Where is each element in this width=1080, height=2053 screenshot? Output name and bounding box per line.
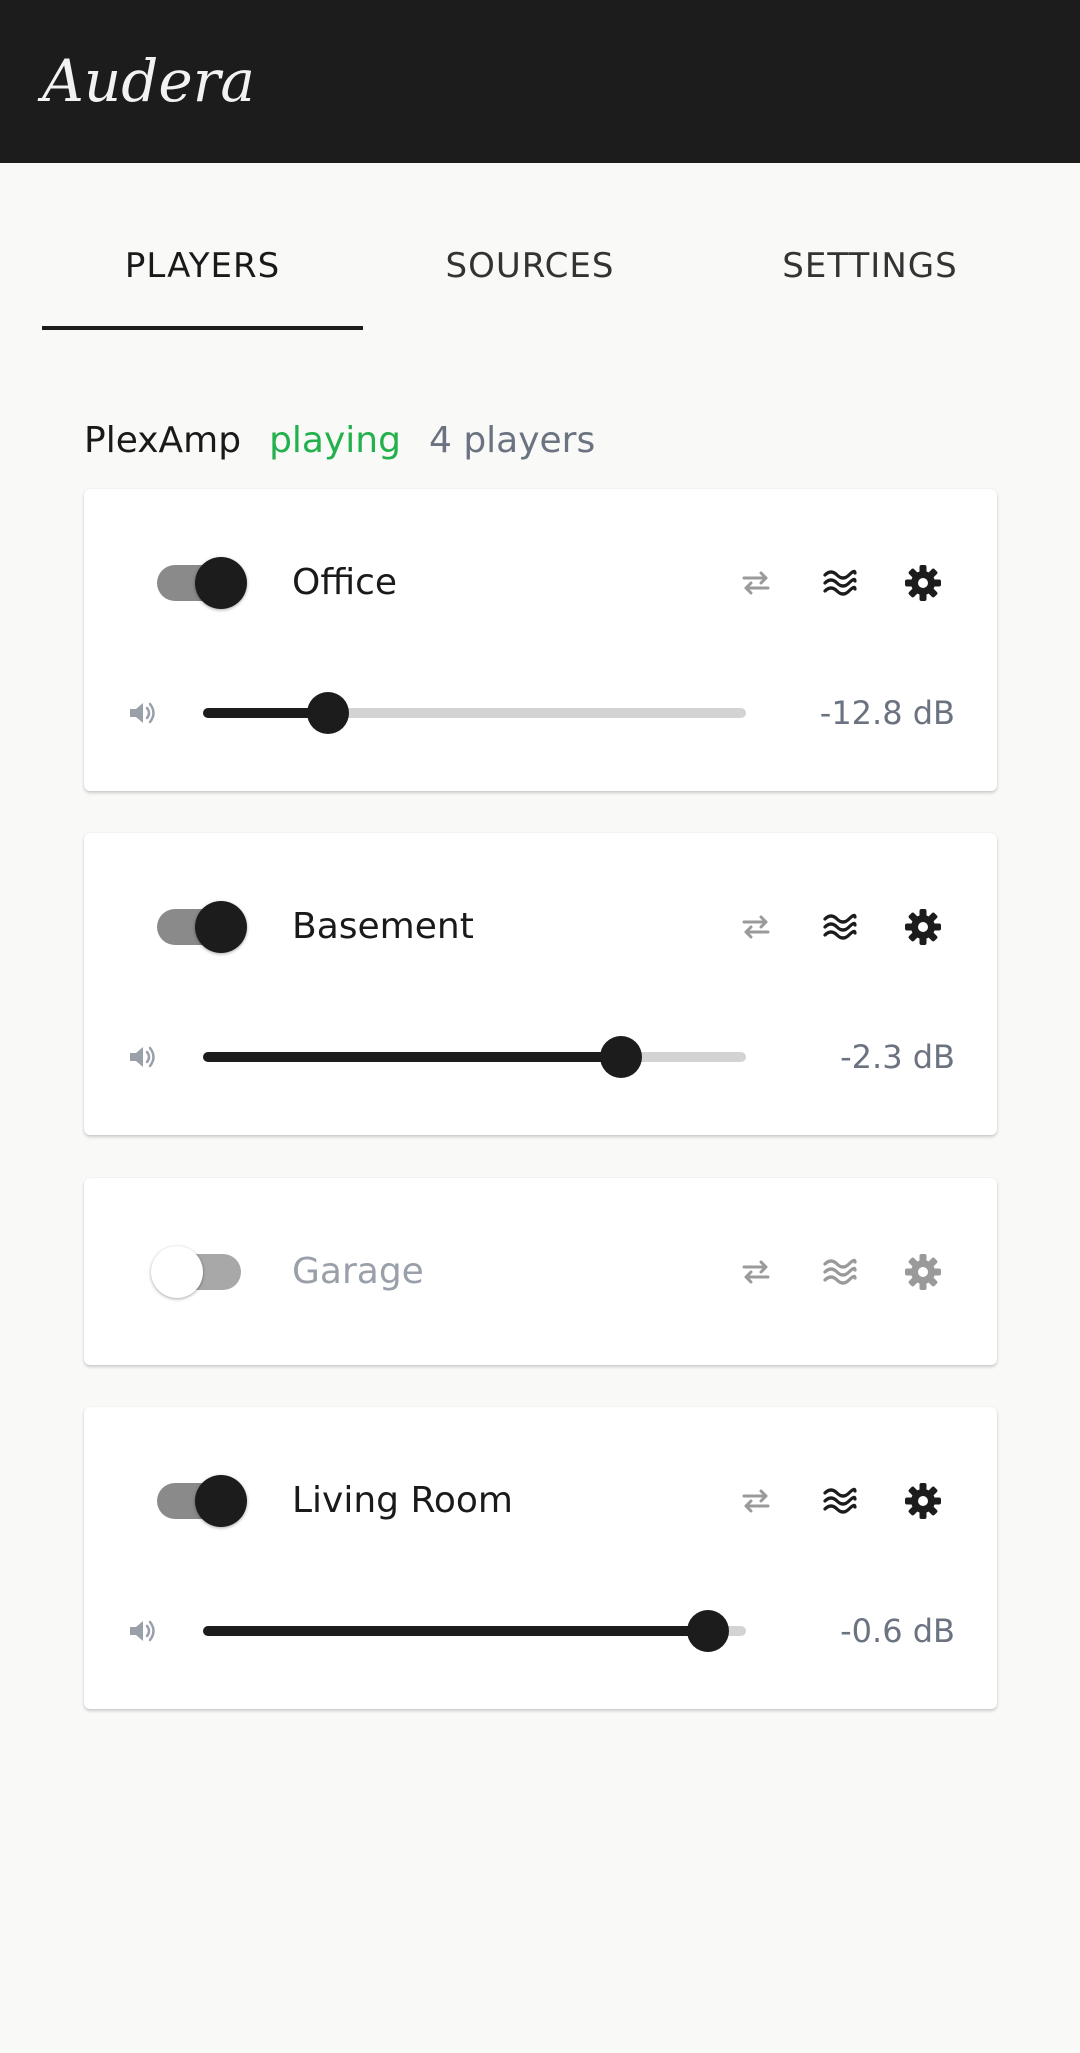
- volume-icon: [126, 1040, 160, 1074]
- volume-slider[interactable]: [203, 1036, 746, 1078]
- tab-settings[interactable]: SETTINGS: [720, 246, 1020, 286]
- player-card-office: Office -12.8 dB: [84, 489, 997, 791]
- slider-fill: [203, 1052, 622, 1062]
- volume-db-label: -0.6 dB: [840, 1612, 955, 1650]
- player-name: Office: [292, 562, 398, 603]
- source-state: playing: [269, 420, 401, 461]
- toggle-knob: [195, 901, 247, 953]
- wave-equalizer-icon[interactable]: [818, 1479, 862, 1523]
- volume-icon: [126, 1614, 160, 1648]
- slider-thumb[interactable]: [600, 1036, 643, 1078]
- sync-arrows-icon[interactable]: [734, 1479, 778, 1523]
- wave-equalizer-icon[interactable]: [818, 905, 862, 949]
- volume-slider[interactable]: [203, 692, 746, 734]
- wave-equalizer-icon[interactable]: [818, 1250, 862, 1294]
- player-name: Living Room: [292, 1480, 513, 1521]
- app-bar: Audera: [0, 0, 1080, 163]
- gear-icon[interactable]: [901, 905, 945, 949]
- player-toggle[interactable]: [157, 557, 247, 609]
- toggle-knob: [151, 1246, 203, 1298]
- toggle-knob: [195, 1475, 247, 1527]
- gear-icon[interactable]: [901, 1250, 945, 1294]
- volume-db-label: -2.3 dB: [840, 1038, 955, 1076]
- slider-thumb[interactable]: [686, 1610, 729, 1652]
- volume-icon: [126, 696, 160, 730]
- player-name: Basement: [292, 906, 474, 947]
- active-tab-indicator: [42, 326, 363, 330]
- player-toggle[interactable]: [157, 901, 247, 953]
- volume-db-label: -12.8 dB: [819, 694, 955, 732]
- tab-players[interactable]: PLAYERS: [42, 246, 363, 286]
- sync-arrows-icon[interactable]: [734, 1250, 778, 1294]
- app-title: Audera: [42, 47, 255, 115]
- player-toggle[interactable]: [151, 1246, 241, 1298]
- player-card-garage: Garage: [84, 1178, 997, 1365]
- player-card-living-room: Living Room -0.6 dB: [84, 1407, 997, 1709]
- tab-sources[interactable]: SOURCES: [380, 246, 680, 286]
- toggle-knob: [195, 557, 247, 609]
- sync-arrows-icon[interactable]: [734, 561, 778, 605]
- slider-thumb[interactable]: [306, 692, 349, 734]
- slider-fill: [203, 1626, 708, 1636]
- player-count: 4 players: [428, 420, 596, 461]
- source-status: PlexAmp playing 4 players: [84, 418, 623, 464]
- gear-icon[interactable]: [901, 561, 945, 605]
- player-toggle[interactable]: [157, 1475, 247, 1527]
- sync-arrows-icon[interactable]: [734, 905, 778, 949]
- wave-equalizer-icon[interactable]: [818, 561, 862, 605]
- volume-slider[interactable]: [203, 1610, 746, 1652]
- gear-icon[interactable]: [901, 1479, 945, 1523]
- source-name: PlexAmp: [84, 420, 242, 461]
- player-name: Garage: [292, 1251, 424, 1292]
- player-card-basement: Basement -2.3 dB: [84, 833, 997, 1135]
